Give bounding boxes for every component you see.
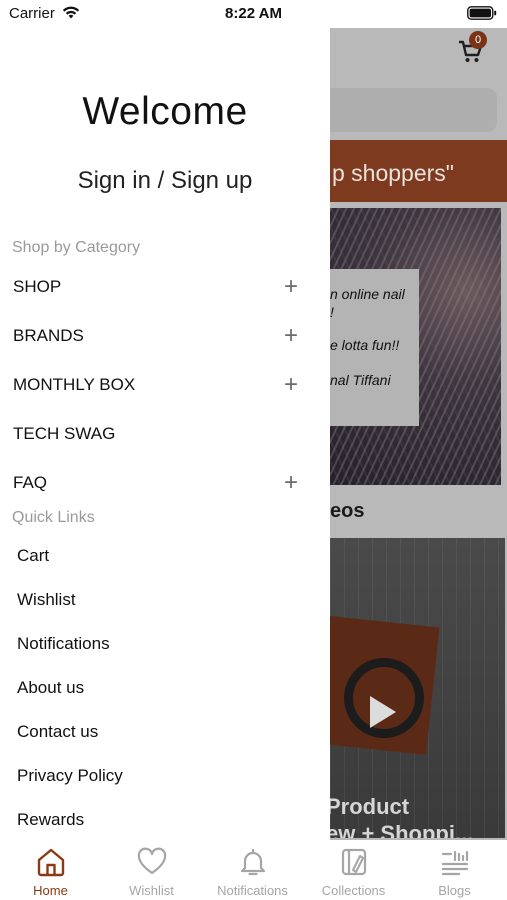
tab-label: Collections [321, 883, 386, 898]
heart-icon [137, 847, 167, 875]
play-icon[interactable] [370, 696, 396, 728]
tab-label: Wishlist [129, 883, 174, 898]
battery-icon [467, 6, 497, 20]
blogs-icon [441, 850, 469, 876]
video-title: Product [330, 794, 410, 819]
quick-link-rewards[interactable]: Rewards [17, 806, 307, 836]
app-screen: Carrier 8:22 AM 0 p shoppers" n online n… [0, 0, 507, 900]
quick-link-cart[interactable]: Cart [17, 542, 307, 572]
tab-wishlist[interactable]: Wishlist [101, 840, 202, 900]
expand-plus-icon[interactable]: + [284, 324, 298, 348]
category-label: SHOP [13, 277, 62, 296]
expand-plus-icon[interactable]: + [284, 471, 298, 495]
testimonial-line: n online nail [330, 286, 405, 302]
quick-link-wishlist[interactable]: Wishlist [17, 586, 307, 616]
category-item-brands[interactable]: BRANDS + [13, 320, 308, 354]
category-item-tech-swag[interactable]: TECH SWAG [13, 418, 308, 452]
quick-link-label: Cart [17, 546, 50, 565]
expand-plus-icon[interactable]: + [284, 373, 298, 397]
quick-link-label: Contact us [17, 722, 99, 741]
quick-link-label: Rewards [17, 810, 85, 829]
status-time: 8:22 AM [225, 5, 282, 22]
category-item-shop[interactable]: SHOP + [13, 271, 308, 305]
background-page-overlay[interactable]: 0 p shoppers" n online nail ! e lotta fu… [330, 26, 507, 840]
home-icon [37, 848, 65, 877]
quick-link-label: Notifications [17, 634, 110, 653]
collections-icon [341, 848, 367, 876]
tab-label: Home [33, 883, 68, 898]
testimonial-line: ! [330, 304, 334, 320]
cart-count-badge: 0 [469, 31, 487, 49]
tab-collections[interactable]: Collections [303, 840, 404, 900]
testimonial-line: e lotta fun!! [330, 337, 400, 353]
quick-link-label: About us [17, 678, 85, 697]
quick-link-about-us[interactable]: About us [17, 674, 307, 704]
category-label: BRANDS [13, 326, 84, 345]
tab-label: Blogs [438, 883, 471, 898]
quick-link-contact-us[interactable]: Contact us [17, 718, 307, 748]
search-bar[interactable] [330, 88, 497, 132]
tab-notifications[interactable]: Notifications [202, 840, 303, 900]
status-bar: Carrier 8:22 AM [0, 0, 507, 28]
category-label: MONTHLY BOX [13, 375, 136, 394]
video-title: ew + Shoppi... [330, 821, 474, 838]
bell-icon [240, 848, 266, 876]
shop-by-category-label: Shop by Category [12, 239, 141, 256]
quick-link-label: Wishlist [17, 590, 76, 609]
welcome-heading: Welcome [82, 90, 248, 133]
tab-label: Notifications [217, 883, 288, 898]
tab-blogs[interactable]: Blogs [404, 840, 505, 900]
category-item-monthly-box[interactable]: MONTHLY BOX + [13, 369, 308, 403]
tab-home[interactable]: Home [0, 840, 101, 900]
quick-link-label: Privacy Policy [17, 766, 123, 785]
expand-plus-icon[interactable]: + [284, 275, 298, 299]
quick-link-notifications[interactable]: Notifications [17, 630, 307, 660]
signin-link[interactable]: Sign in / Sign up [0, 167, 330, 195]
quick-link-privacy-policy[interactable]: Privacy Policy [17, 762, 307, 792]
videos-heading: eos [330, 500, 365, 522]
side-drawer: Welcome Sign in / Sign up Shop by Catego… [0, 28, 330, 840]
testimonial-line: nal Tiffani [330, 372, 391, 388]
category-label: TECH SWAG [13, 424, 116, 443]
testimonial-card: n online nail ! e lotta fun!! nal Tiffan… [330, 269, 419, 426]
promo-banner-text: p shoppers" [332, 160, 454, 186]
bottom-tab-bar: Home Wishlist Notifications Collections [0, 840, 507, 900]
quick-links-label: Quick Links [12, 509, 95, 526]
video-thumbnail[interactable]: Product ew + Shoppi... [330, 538, 505, 838]
category-label: FAQ [13, 473, 48, 492]
category-item-faq[interactable]: FAQ + [13, 467, 308, 501]
